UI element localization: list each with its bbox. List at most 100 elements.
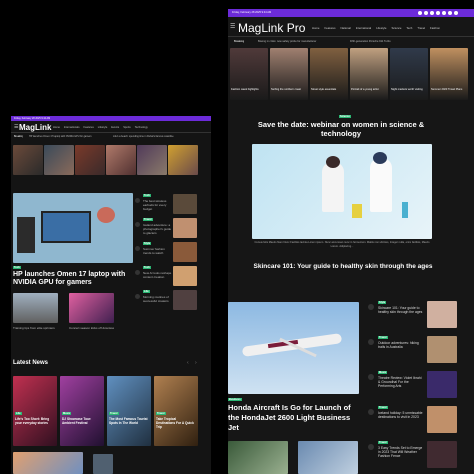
small-strip-4[interactable] [106, 145, 136, 175]
latest-category[interactable]: Life [15, 412, 22, 416]
latest-title[interactable]: The Most Famous Tourist Spots In The Wor… [109, 417, 149, 425]
hero-title[interactable]: HP launches Omen 17 laptop with NVIDIA G… [13, 271, 128, 287]
right-item-thumb[interactable] [427, 301, 457, 328]
strip-card[interactable]: Street style essentials [310, 48, 348, 100]
side-item-thumb[interactable] [173, 194, 197, 214]
large-nav-item[interactable]: Features [324, 26, 335, 30]
large-ticker-text-2[interactable]: Fifth-generation Porsche 911 Turbo [350, 40, 450, 44]
large-nav-item[interactable]: Travel [417, 26, 425, 30]
large-ticker-text[interactable]: Boeing in crisis: new safety probe for m… [258, 40, 338, 44]
right-item-category[interactable]: Travel [378, 406, 388, 410]
latest-category[interactable]: Travel [156, 412, 166, 416]
strip-card[interactable]: Night markets worth visiting [390, 48, 428, 100]
large-menu-icon[interactable]: ☰ [230, 23, 235, 30]
strip-card[interactable]: Portrait of a young artist [350, 48, 388, 100]
right-item-title[interactable]: 3 Easy Trends Set to Emerge in 2023 That… [378, 446, 424, 459]
side-item-title[interactable]: Morning routines of successful creators [143, 295, 173, 307]
side-item-title[interactable]: Summer fashion trends to watch [143, 247, 173, 259]
side-item-category[interactable]: Style [143, 242, 152, 246]
large-nav-item[interactable]: Tech [406, 26, 412, 30]
feature-category[interactable]: Science [339, 115, 351, 119]
latest-card[interactable]: Travel The Most Famous Tourist Spots In T… [107, 376, 151, 446]
feature-image[interactable] [252, 144, 432, 239]
right-item-category[interactable]: Travel [378, 336, 388, 340]
plane-category[interactable]: Business [228, 398, 242, 402]
side-item-category[interactable]: Tech [143, 266, 151, 270]
instagram-icon[interactable] [430, 11, 434, 15]
small-nav-item[interactable]: Home [53, 126, 60, 129]
plane-title[interactable]: Honda Aircraft Is Go for Launch of the H… [228, 403, 363, 433]
side-item-title[interactable]: Iceland adventure: a photographer's guid… [143, 223, 173, 235]
strip-title[interactable]: Portrait of a young artist [351, 88, 387, 92]
right-item-title[interactable]: Iceland holiday: 5 unmissable destinatio… [378, 411, 424, 419]
large-nav-item[interactable]: Lifestyle [376, 26, 386, 30]
large-logo[interactable]: MagLink Pro [238, 21, 305, 35]
right-item-thumb[interactable] [427, 441, 457, 468]
right-item-thumb[interactable] [427, 336, 457, 363]
small-nav-item[interactable]: Features [84, 126, 94, 129]
latest-card[interactable]: Life Life's Too Short: Bring your everyda… [13, 376, 57, 446]
right-item-title[interactable]: Theatre Review: Violet Ibrahi & Groundha… [378, 376, 424, 389]
hero-category[interactable]: Tech [13, 266, 21, 270]
right-item-title[interactable]: Outdoor adventures: hiking trails in Aus… [378, 341, 424, 349]
right-item-category[interactable]: Travel [378, 441, 388, 445]
small-nav-item[interactable]: Sports [123, 126, 131, 129]
latest-title[interactable]: DJ Showcase Tour: Ambient Festival [62, 417, 102, 425]
next-arrow-icon[interactable]: › [195, 360, 197, 366]
ticker-text[interactable]: HP launches Omen 17 laptop with NVIDIA G… [29, 135, 109, 139]
right-item-title[interactable]: Skincare 101: Your guide to healthy skin… [378, 306, 424, 314]
twitter-icon[interactable] [424, 11, 428, 15]
large-nav-item[interactable]: National [341, 26, 351, 30]
mid-image-1[interactable] [13, 293, 58, 323]
strip-card[interactable]: Fashion week highlights [230, 48, 268, 100]
feature-title[interactable]: Save the date: webinar on women in scien… [248, 120, 434, 138]
side-item-thumb[interactable] [173, 218, 197, 238]
small-strip-5[interactable] [137, 145, 167, 175]
latest-card[interactable]: Travel Take Tropical Destinations For A Q… [154, 376, 198, 446]
strip-title[interactable]: Surfing the northern coast [271, 88, 307, 92]
side-item-category[interactable]: Travel [143, 218, 153, 222]
mid-title-1[interactable]: Training tips from elite sprinters [13, 326, 58, 330]
strip-title[interactable]: Street style essentials [311, 88, 347, 92]
side-item-thumb[interactable] [173, 266, 197, 286]
strip-card[interactable]: Summer 2023 Travel Plans [430, 48, 468, 100]
youtube-icon[interactable] [436, 11, 440, 15]
side-item-thumb[interactable] [173, 242, 197, 262]
right-item-category[interactable]: Style [378, 301, 387, 305]
bottom-photo-2[interactable] [298, 441, 358, 474]
pinterest-icon[interactable] [442, 11, 446, 15]
strip-title[interactable]: Night markets worth visiting [391, 88, 427, 92]
menu-icon[interactable]: ☰ [14, 124, 18, 130]
small-nav-item[interactable]: Technology [135, 126, 148, 129]
small-strip-1[interactable] [13, 145, 43, 175]
bottom-image-1[interactable] [13, 452, 83, 474]
strip-title[interactable]: Summer 2023 Travel Plans [431, 88, 467, 92]
latest-card[interactable]: Music DJ Showcase Tour: Ambient Festival [60, 376, 104, 446]
side-item-category[interactable]: Tech [143, 194, 151, 198]
strip-title[interactable]: Fashion week highlights [231, 88, 267, 92]
bottom-image-2[interactable] [93, 454, 113, 474]
mid-image-2[interactable] [69, 293, 114, 323]
right-item-thumb[interactable] [427, 371, 457, 398]
search-icon[interactable] [454, 11, 458, 15]
right-item-category[interactable]: Music [378, 371, 388, 375]
hero-image[interactable] [13, 193, 133, 263]
plane-image[interactable] [228, 302, 359, 394]
small-nav-item[interactable]: Internationals [64, 126, 80, 129]
mid-title-2[interactable]: Concert season kicks off downtown [69, 326, 114, 330]
latest-category[interactable]: Music [62, 412, 72, 416]
small-nav-item[interactable]: Lifestyle [98, 126, 108, 129]
rss-icon[interactable] [448, 11, 452, 15]
large-nav-item[interactable]: International [356, 26, 371, 30]
second-title[interactable]: Skincare 101: Your guide to healthy skin… [238, 263, 448, 270]
latest-title[interactable]: Take Tropical Destinations For A Quick T… [156, 417, 196, 429]
side-item-thumb[interactable] [173, 290, 197, 310]
small-nav-item[interactable]: Events [111, 126, 119, 129]
latest-title[interactable]: Life's Too Short: Bring your everyday st… [15, 417, 55, 425]
side-item-title[interactable]: New AI tools reshape content creation [143, 271, 173, 283]
prev-arrow-icon[interactable]: ‹ [187, 360, 189, 366]
large-nav-item[interactable]: Science [391, 26, 401, 30]
small-strip-3[interactable] [75, 145, 105, 175]
facebook-icon[interactable] [418, 11, 422, 15]
small-strip-6[interactable] [168, 145, 198, 175]
